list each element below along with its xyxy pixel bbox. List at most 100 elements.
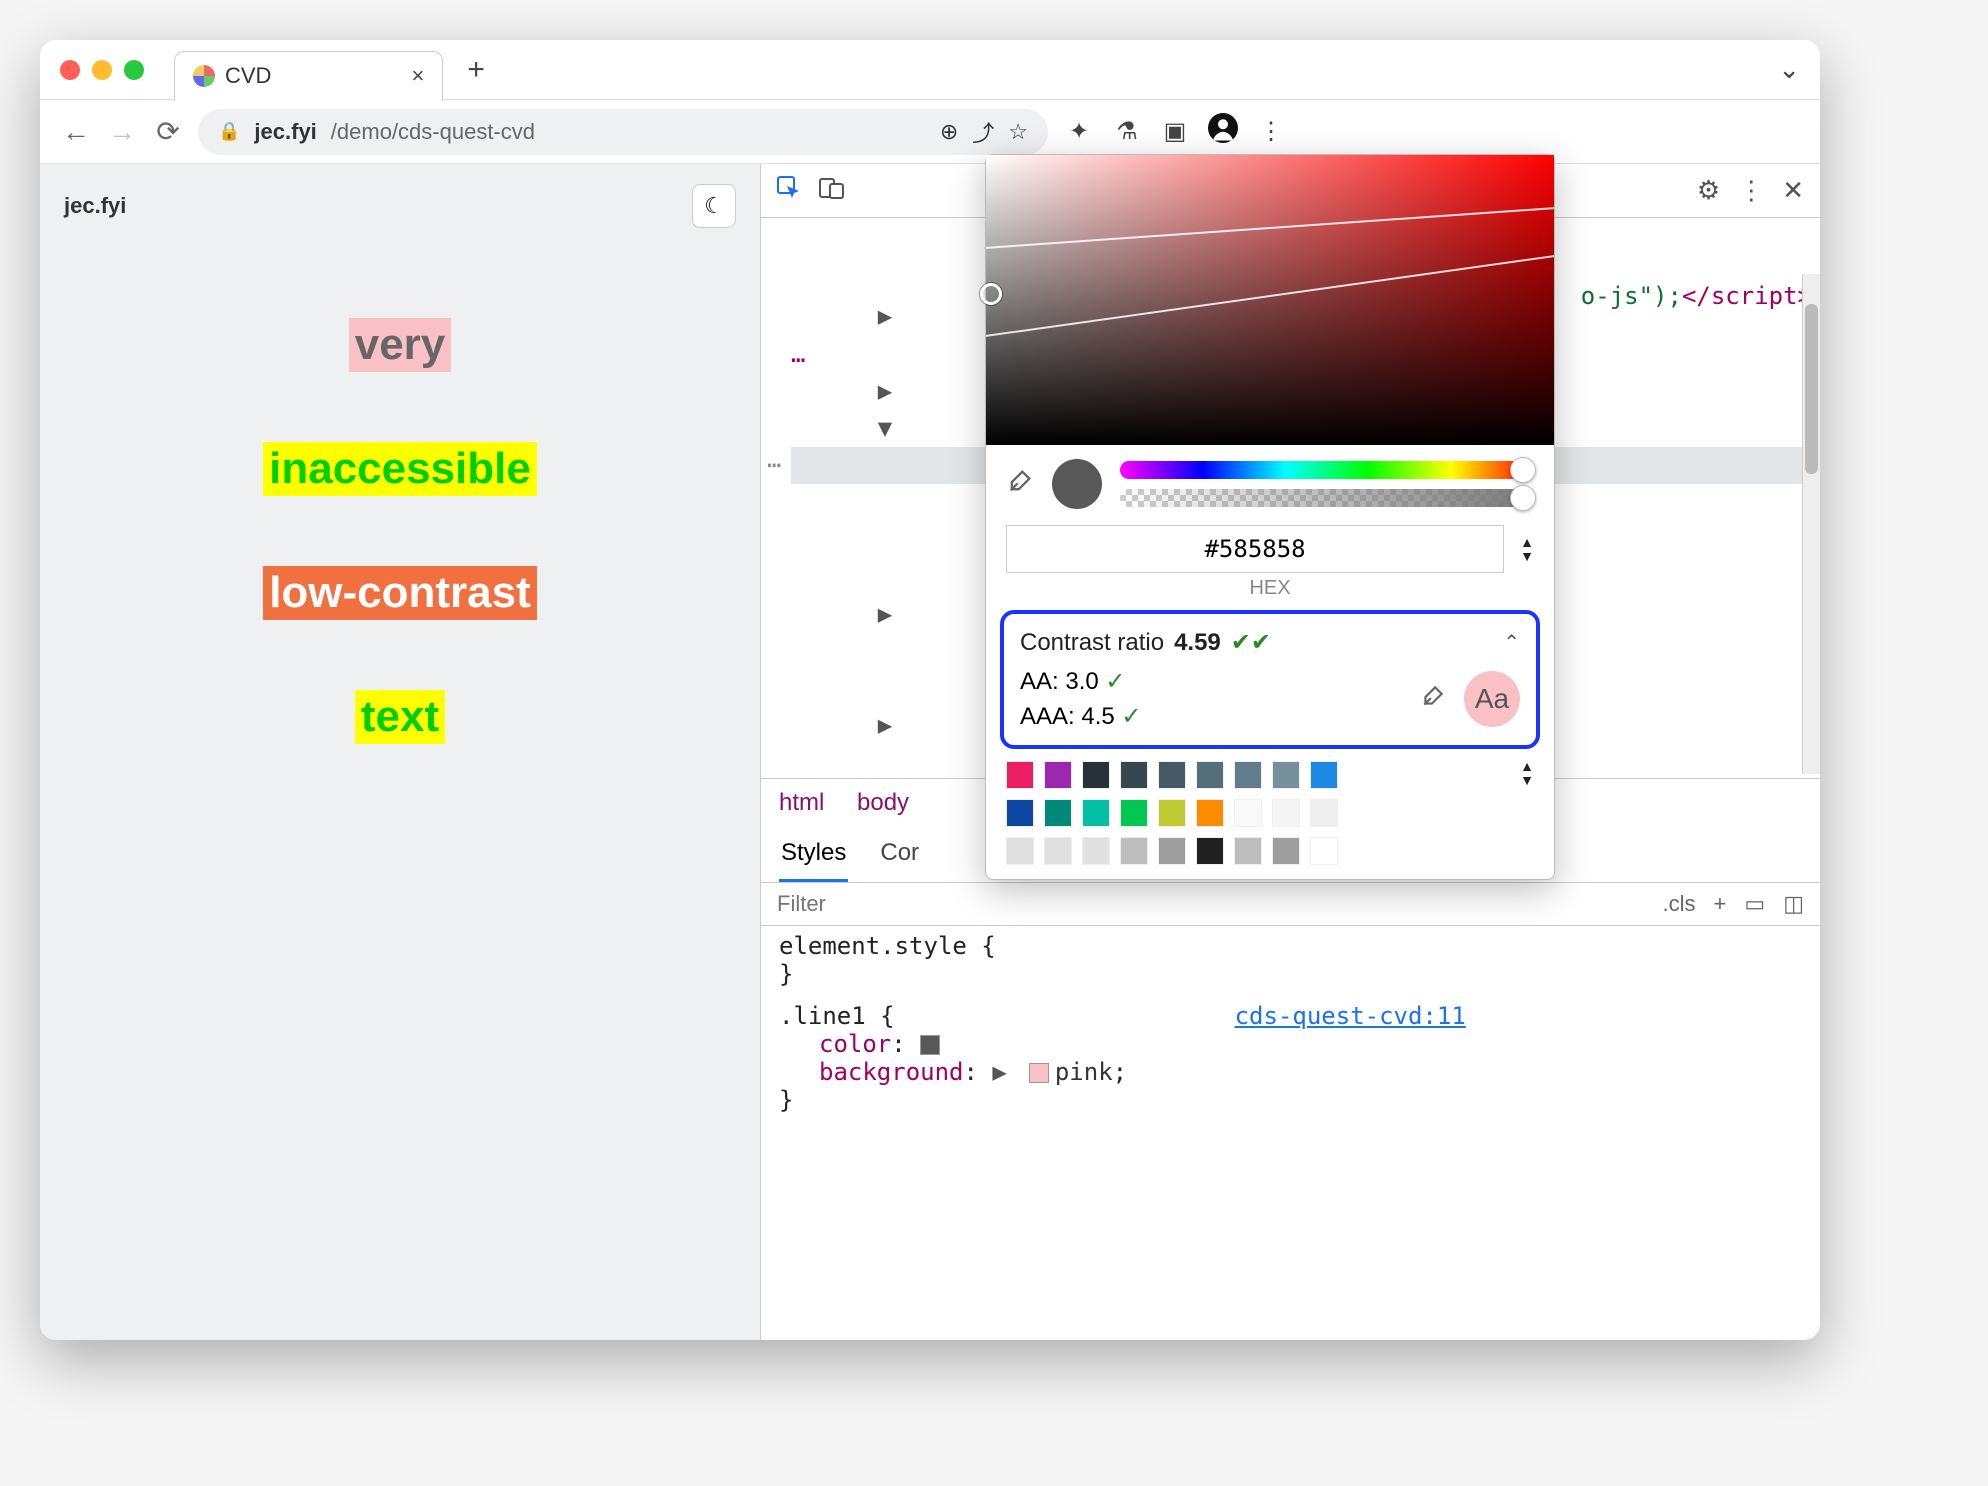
palette-swatch[interactable] (1272, 837, 1300, 865)
palette-swatch[interactable] (1006, 799, 1034, 827)
devtools-menu-icon[interactable]: ⋮ (1738, 175, 1764, 206)
palette-stepper[interactable]: ▲▼ (1520, 761, 1534, 785)
contrast-value: 4.59 (1174, 629, 1221, 657)
palette-swatch[interactable] (1158, 799, 1186, 827)
lock-icon: 🔒 (218, 121, 240, 142)
sat-cursor-icon[interactable] (980, 283, 1002, 305)
contrast-curve-aa (986, 207, 1554, 249)
eyedropper-icon[interactable] (1006, 467, 1034, 502)
sample-line-4: text (355, 690, 445, 744)
palette-swatch[interactable] (1044, 799, 1072, 827)
alpha-thumb[interactable] (1510, 485, 1536, 511)
gear-icon[interactable]: ⚙ (1697, 175, 1720, 206)
inspect-icon[interactable] (777, 176, 801, 206)
scrollbar[interactable] (1802, 274, 1820, 774)
styles-filter-input[interactable] (777, 891, 1065, 917)
palette-swatch[interactable] (1082, 761, 1110, 789)
crumb-body[interactable]: body (857, 789, 909, 816)
rule-brace-close-2: } (779, 1086, 1802, 1114)
shorthand-expand-icon[interactable]: ▶ (992, 1058, 1014, 1086)
palette-swatch[interactable] (1158, 761, 1186, 789)
hue-slider[interactable] (1120, 461, 1534, 479)
new-tab-button[interactable]: + (467, 53, 485, 87)
minimize-window-icon[interactable] (92, 60, 112, 80)
rule-source-link[interactable]: cds-quest-cvd:11 (1235, 1002, 1466, 1030)
tab-styles[interactable]: Styles (779, 827, 848, 882)
scrollbar-thumb[interactable] (1805, 304, 1818, 474)
theme-toggle-button[interactable]: ☾ (692, 184, 736, 228)
sidepanel-icon[interactable]: ▣ (1158, 117, 1192, 146)
palette-swatch[interactable] (1234, 799, 1262, 827)
hex-input[interactable] (1006, 525, 1504, 573)
browser-tab[interactable]: CVD × (174, 51, 443, 101)
palette-swatch[interactable] (1006, 837, 1034, 865)
tab-computed[interactable]: Cor (878, 827, 921, 882)
palette-swatch[interactable] (1272, 799, 1300, 827)
cls-toggle[interactable]: .cls (1663, 891, 1696, 917)
window-controls (60, 60, 144, 80)
forward-button[interactable]: → (106, 116, 138, 148)
palette-swatch[interactable] (1158, 837, 1186, 865)
palette-swatch[interactable] (1196, 837, 1224, 865)
bgcolor-picker-icon[interactable] (1420, 683, 1446, 716)
rule-selector: .line1 { (779, 1002, 895, 1030)
background-value: pink (1055, 1058, 1113, 1086)
page-viewport: jec.fyi ☾ very inaccessible low-contrast… (40, 164, 760, 1340)
hue-thumb[interactable] (1510, 457, 1536, 483)
color-swatch-icon[interactable] (920, 1035, 940, 1055)
palette-swatch[interactable] (1310, 799, 1338, 827)
device-toggle-icon[interactable] (819, 176, 845, 206)
palette-swatch[interactable] (1310, 837, 1338, 865)
hex-row: ▲▼ (1006, 525, 1534, 573)
palette-grid (1006, 761, 1338, 865)
palette-swatch[interactable] (1234, 761, 1262, 789)
palette-swatch[interactable] (1310, 761, 1338, 789)
url-host: jec.fyi (254, 119, 316, 145)
crumb-html[interactable]: html (779, 789, 824, 816)
omnibox[interactable]: 🔒 jec.fyi/demo/cds-quest-cvd ⊕ ⤴ ☆ (198, 109, 1048, 155)
palette-swatch[interactable] (1044, 837, 1072, 865)
palette-swatch[interactable] (1120, 761, 1148, 789)
style-rules[interactable]: element.style { } .line1 { cds-quest-cvd… (761, 926, 1820, 1120)
close-tab-icon[interactable]: × (411, 63, 424, 89)
palette-swatch[interactable] (1272, 761, 1300, 789)
maximize-window-icon[interactable] (124, 60, 144, 80)
format-stepper[interactable]: ▲▼ (1520, 537, 1534, 561)
background-swatch-icon[interactable] (1029, 1063, 1049, 1083)
palette-swatch[interactable] (1044, 761, 1072, 789)
new-rule-button[interactable]: + (1714, 891, 1727, 917)
profile-avatar-icon[interactable] (1206, 113, 1240, 150)
panel-toggle-icon[interactable]: ◫ (1783, 891, 1804, 917)
site-name: jec.fyi (64, 193, 126, 219)
aa-check-icon: ✓ (1105, 668, 1125, 695)
back-button[interactable]: ← (60, 116, 92, 148)
tab-title: CVD (225, 63, 271, 89)
contrast-checks-icon: ✔✔ (1231, 628, 1271, 657)
palette-swatch[interactable] (1082, 837, 1110, 865)
palette-swatch[interactable] (1120, 799, 1148, 827)
close-window-icon[interactable] (60, 60, 80, 80)
sample-line-1: very (349, 318, 452, 372)
labs-icon[interactable]: ⚗ (1110, 117, 1144, 146)
hex-label: HEX (986, 577, 1554, 600)
zoom-icon[interactable]: ⊕ (940, 119, 958, 145)
chrome-menu-icon[interactable]: ⋮ (1254, 117, 1288, 146)
palette-swatch[interactable] (1196, 799, 1224, 827)
palette-swatch[interactable] (1006, 761, 1034, 789)
alpha-slider[interactable] (1120, 489, 1534, 507)
extensions-icon[interactable]: ✦ (1062, 117, 1096, 146)
contrast-collapse-icon[interactable]: ⌃ (1503, 630, 1520, 655)
devtools-close-icon[interactable]: ✕ (1782, 175, 1804, 206)
palette-swatch[interactable] (1120, 837, 1148, 865)
styles-filter-row: :hov .cls + ▭ ◫ (761, 883, 1820, 926)
new-stylesheet-icon[interactable]: ▭ (1744, 891, 1765, 917)
reload-button[interactable]: ⟳ (152, 115, 184, 148)
palette-swatch[interactable] (1234, 837, 1262, 865)
palette-swatch[interactable] (1196, 761, 1224, 789)
share-icon[interactable]: ⤴ (972, 116, 994, 148)
saturation-field[interactable] (986, 155, 1554, 445)
palette-swatch[interactable] (1082, 799, 1110, 827)
content-row: jec.fyi ☾ very inaccessible low-contrast… (40, 164, 1820, 1340)
tabs-menu-icon[interactable]: ⌄ (1778, 54, 1800, 85)
bookmark-icon[interactable]: ☆ (1008, 119, 1028, 145)
